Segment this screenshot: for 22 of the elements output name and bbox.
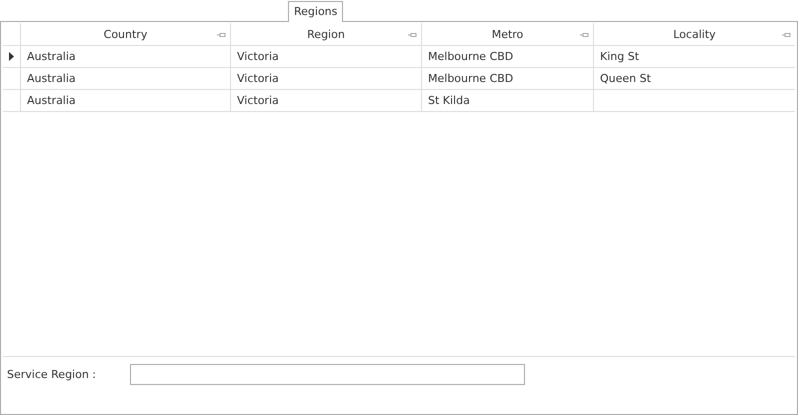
table-cell: Victoria [237, 50, 279, 63]
pin-icon[interactable] [580, 32, 589, 38]
column-header[interactable]: Metro [422, 23, 594, 45]
table-cell: Queen St [600, 72, 651, 85]
input-field[interactable] [130, 364, 525, 384]
table-cell: Australia [27, 94, 76, 107]
table-cell: Melbourne CBD [428, 72, 514, 85]
column-header[interactable]: Region [231, 23, 422, 45]
pin-icon[interactable] [408, 32, 417, 38]
table-cell: Victoria [237, 94, 279, 107]
table-cell: Australia [27, 72, 76, 85]
table-cell: Australia [27, 50, 76, 63]
tab[interactable]: Regions [288, 1, 344, 22]
table-cell: Melbourne CBD [428, 50, 514, 63]
pin-icon[interactable] [782, 32, 791, 38]
column-header[interactable]: Locality [594, 23, 795, 45]
table-cell: St Kilda [428, 94, 470, 107]
field-label: Service Region : [7, 368, 98, 380]
table-cell: Victoria [237, 72, 279, 85]
table-cell: King St [600, 50, 640, 63]
pin-icon[interactable] [217, 32, 226, 38]
column-header[interactable]: Country [21, 23, 231, 45]
